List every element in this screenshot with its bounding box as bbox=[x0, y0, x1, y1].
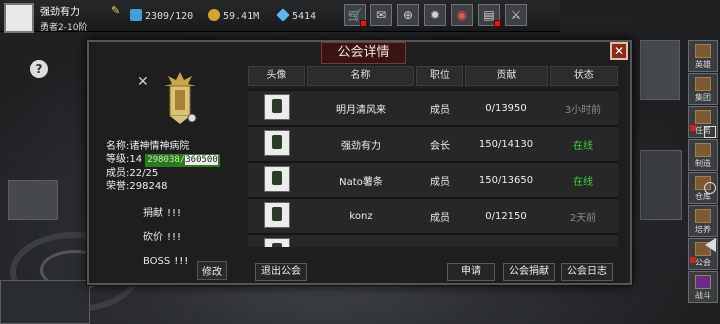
mail-button[interactable]: ✉ bbox=[370, 4, 392, 26]
guild-donation-button[interactable]: 公会捐献 bbox=[503, 263, 555, 281]
member-table-header: 头像 名称 职位 贡献 状态 bbox=[248, 66, 618, 86]
member-avatar bbox=[264, 93, 290, 120]
gear-icon: ✹ bbox=[429, 8, 441, 22]
side-train[interactable]: 培养 bbox=[688, 205, 718, 237]
close-x-icon[interactable]: ✕ bbox=[137, 74, 149, 90]
header-status: 状态 bbox=[549, 66, 618, 86]
energy-icon bbox=[130, 9, 142, 21]
modify-button[interactable]: 修改 bbox=[197, 261, 227, 280]
top-hud: 强劲有力 勇者2-10阶 ✎ 2309/120 59.41M 5414 🛒 ✉ … bbox=[0, 0, 560, 33]
leave-guild-button[interactable]: 退出公会 bbox=[255, 263, 307, 281]
guild-exp-bar: 298038/360500 bbox=[145, 154, 220, 167]
member-avatar bbox=[264, 129, 290, 156]
header-position: 职位 bbox=[416, 66, 464, 86]
member-list[interactable]: 明月清风来 成员 0/13950 3小时前 强劲有力 会长 150/14130 … bbox=[248, 89, 618, 247]
status-text: 3小时前 bbox=[564, 104, 602, 116]
side-menu: 英雄 集团 任务 制造 仓库 培养 公会 战斗 bbox=[684, 40, 720, 304]
table-row[interactable]: konz 成员 0/12150 2天前 bbox=[248, 199, 618, 233]
help-icon[interactable]: ? bbox=[30, 60, 48, 78]
status-text: 2天前 bbox=[569, 212, 597, 224]
header-name: 名称 bbox=[306, 66, 415, 86]
guild-actions: 捐献!!! 砍价!!! BOSS!!! bbox=[143, 202, 189, 274]
spin-button[interactable]: ◉ bbox=[451, 4, 473, 26]
guild-stats: 名称:诸神情神病院 等级:14 298038/360500 成员:22/25 荣… bbox=[106, 141, 220, 192]
color-wheel-icon: ◉ bbox=[456, 8, 468, 22]
guild-detail-dialog: 公会详情 ✕ ✕ 名称:诸神情神病院 等级:14 298038/360500 成… bbox=[87, 40, 632, 285]
player-avatar[interactable] bbox=[4, 3, 34, 33]
table-row[interactable]: 明月清风来 成员 0/13950 3小时前 bbox=[248, 91, 618, 125]
energy-stat: 2309/120 bbox=[130, 9, 193, 22]
bargain-action[interactable]: 砍价!!! bbox=[143, 226, 189, 250]
guild-name: 诸神情神病院 bbox=[129, 141, 190, 152]
edit-icon[interactable]: ✎ bbox=[111, 4, 120, 17]
gem-icon bbox=[276, 8, 290, 22]
table-row[interactable]: 强劲有力 会长 150/14130 在线 bbox=[248, 127, 618, 161]
side-hero[interactable]: 英雄 bbox=[688, 40, 718, 72]
donate-action[interactable]: 捐献!!! bbox=[143, 202, 189, 226]
settings-button[interactable]: ✹ bbox=[424, 4, 446, 26]
notice-button[interactable]: ▤ bbox=[478, 4, 501, 27]
header-avatar: 头像 bbox=[248, 66, 305, 86]
guild-honor: 298248 bbox=[129, 181, 168, 192]
side-craft[interactable]: 制造 bbox=[688, 139, 718, 171]
guild-log-button[interactable]: 公会日志 bbox=[561, 263, 613, 281]
nav-square-icon[interactable] bbox=[704, 126, 716, 138]
nav-back-icon[interactable] bbox=[705, 238, 716, 252]
close-button[interactable]: ✕ bbox=[610, 42, 628, 60]
gamepad-button[interactable]: ⊕ bbox=[397, 4, 419, 26]
boss-action[interactable]: BOSS!!! bbox=[143, 250, 189, 274]
dialog-title: 公会详情 bbox=[321, 42, 406, 64]
guild-level: 14 bbox=[129, 154, 143, 165]
gem-stat: 5414 bbox=[276, 8, 316, 22]
gold-stat: 59.41M bbox=[208, 9, 259, 22]
member-avatar bbox=[264, 237, 290, 247]
gamepad-icon: ⊕ bbox=[402, 8, 414, 22]
guild-info-panel: ✕ 名称:诸神情神病院 等级:14 298038/360500 成员:22/25… bbox=[99, 68, 249, 267]
status-text: 在线 bbox=[573, 176, 593, 188]
member-avatar bbox=[264, 201, 290, 228]
apply-button[interactable]: 申请 bbox=[447, 263, 495, 281]
player-rank: 勇者2-10阶 bbox=[40, 23, 88, 33]
battle-button[interactable]: ⚔ bbox=[505, 4, 527, 26]
mail-icon: ✉ bbox=[375, 8, 387, 22]
nav-circle-icon[interactable] bbox=[704, 182, 716, 194]
side-fight[interactable]: 战斗 bbox=[688, 271, 718, 303]
member-avatar bbox=[264, 165, 290, 192]
guild-emblem bbox=[164, 72, 197, 124]
scroll-icon: ▤ bbox=[483, 8, 495, 22]
table-row[interactable]: Nato薯条 成员 150/13650 在线 bbox=[248, 163, 618, 197]
status-text: 在线 bbox=[573, 140, 593, 152]
gold-icon bbox=[208, 9, 220, 21]
close-icon: ✕ bbox=[613, 44, 625, 58]
swords-icon: ⚔ bbox=[510, 8, 522, 22]
player-name: 强劲有力 bbox=[40, 7, 80, 18]
table-row[interactable] bbox=[248, 235, 618, 247]
side-group[interactable]: 集团 bbox=[688, 73, 718, 105]
header-contribution: 贡献 bbox=[465, 66, 548, 86]
guild-members: 22/25 bbox=[129, 168, 159, 179]
shop-button[interactable]: 🛒 bbox=[344, 4, 367, 27]
